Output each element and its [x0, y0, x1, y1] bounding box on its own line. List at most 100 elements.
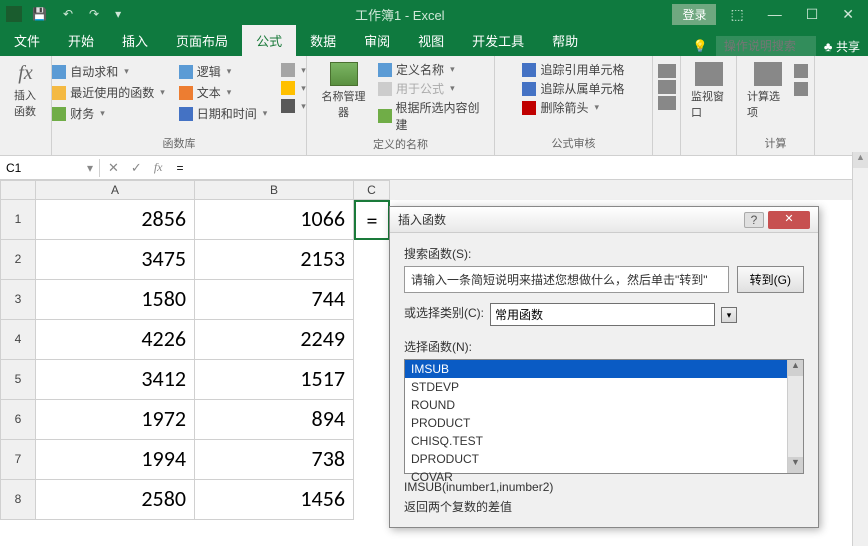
row-header[interactable]: 2 [0, 240, 36, 280]
maximize-button[interactable]: ☐ [796, 2, 829, 27]
cell[interactable]: 2153 [195, 240, 354, 280]
formula-bar: C1 ▾ ✕ ✓ fx = [0, 156, 868, 180]
financial-button[interactable]: 财务▾ [48, 104, 169, 123]
cell[interactable]: 3412 [36, 360, 195, 400]
create-from-selection-button[interactable]: 根据所选内容创建 [378, 98, 488, 134]
row-header[interactable]: 4 [0, 320, 36, 360]
cell[interactable]: 1066 [195, 200, 354, 240]
cell[interactable]: 894 [195, 400, 354, 440]
row-header[interactable]: 3 [0, 280, 36, 320]
function-list-item[interactable]: STDEVP [405, 378, 803, 396]
chevron-down-icon[interactable]: ▾ [87, 161, 93, 175]
formula-input[interactable]: = [170, 159, 868, 177]
close-button[interactable]: ✕ [832, 2, 864, 27]
vertical-scrollbar[interactable]: ▲ [852, 152, 868, 546]
insert-function-button[interactable]: fx 插入函数 [6, 60, 45, 121]
datetime-button[interactable]: 日期和时间▾ [175, 104, 272, 123]
tab-review[interactable]: 审阅 [350, 25, 404, 56]
cell[interactable]: 2856 [36, 200, 195, 240]
evaluate-icon[interactable] [658, 96, 676, 110]
calc-options-button[interactable]: 计算选项 [743, 60, 792, 122]
scroll-up-icon[interactable]: ▲ [788, 360, 803, 376]
col-header-A[interactable]: A [36, 180, 195, 200]
row-header[interactable]: 5 [0, 360, 36, 400]
cell[interactable]: 1580 [36, 280, 195, 320]
function-list-item[interactable]: IMSUB [405, 360, 803, 378]
row-header[interactable]: 1 [0, 200, 36, 240]
share-button[interactable]: ♣ 共享 [824, 38, 860, 55]
logical-button[interactable]: 逻辑▾ [175, 62, 272, 81]
tab-file[interactable]: 文件 [0, 25, 54, 56]
tab-formula[interactable]: 公式 [242, 25, 296, 56]
math-button[interactable]: ▾ [277, 80, 310, 96]
define-name-button[interactable]: 定义名称▾ [378, 60, 488, 79]
autosum-button[interactable]: 自动求和▾ [48, 62, 169, 81]
function-list-item[interactable]: ROUND [405, 396, 803, 414]
error-check-icon[interactable] [658, 80, 676, 94]
tab-view[interactable]: 视图 [404, 25, 458, 56]
cell[interactable]: 738 [195, 440, 354, 480]
remove-arrows-button[interactable]: 删除箭头▾ [522, 98, 624, 117]
tab-home[interactable]: 开始 [54, 25, 108, 56]
scroll-down-icon[interactable]: ▼ [788, 457, 803, 473]
go-button[interactable]: 转到(G) [737, 266, 804, 293]
active-cell[interactable]: = [354, 200, 390, 240]
cell[interactable]: 2249 [195, 320, 354, 360]
name-box[interactable]: C1 ▾ [0, 159, 100, 177]
function-list[interactable]: IMSUBSTDEVPROUNDPRODUCTCHISQ.TESTDPRODUC… [404, 359, 804, 474]
col-header-C[interactable]: C [354, 180, 390, 200]
show-formulas-icon[interactable] [658, 64, 676, 78]
col-header-B[interactable]: B [195, 180, 354, 200]
dialog-help-button[interactable]: ? [744, 212, 764, 228]
cancel-formula-button[interactable]: ✕ [108, 160, 119, 176]
tab-data[interactable]: 数据 [296, 25, 350, 56]
list-scrollbar[interactable]: ▲ ▼ [787, 360, 803, 473]
row-header[interactable]: 7 [0, 440, 36, 480]
calc-sheet-icon[interactable] [794, 82, 808, 96]
search-function-input[interactable] [404, 266, 729, 293]
recent-functions-button[interactable]: 最近使用的函数▾ [48, 83, 169, 102]
function-list-item[interactable]: CHISQ.TEST [405, 432, 803, 450]
redo-button[interactable]: ↷ [83, 5, 105, 23]
more-functions-button[interactable]: ▾ [277, 98, 310, 114]
cell[interactable]: 4226 [36, 320, 195, 360]
row-header[interactable]: 8 [0, 480, 36, 520]
row-header[interactable]: 6 [0, 400, 36, 440]
scroll-up-icon[interactable]: ▲ [853, 152, 868, 168]
cell[interactable]: 1456 [195, 480, 354, 520]
tab-help[interactable]: 帮助 [538, 25, 592, 56]
lookup-button[interactable]: ▾ [277, 62, 310, 78]
function-list-item[interactable]: PRODUCT [405, 414, 803, 432]
save-button[interactable]: 💾 [26, 5, 53, 23]
cell[interactable]: 1517 [195, 360, 354, 400]
category-select[interactable]: 常用函数 [490, 303, 715, 326]
tell-me-search[interactable] [716, 36, 816, 56]
dialog-close-button[interactable]: ✕ [768, 211, 810, 229]
name-manager-button[interactable]: 名称管理器 [313, 60, 374, 122]
confirm-formula-button[interactable]: ✓ [131, 160, 142, 176]
chevron-down-icon[interactable]: ▾ [721, 307, 737, 323]
tab-dev[interactable]: 开发工具 [458, 25, 538, 56]
use-in-formula-button[interactable]: 用于公式▾ [378, 79, 488, 98]
minimize-button[interactable]: — [758, 2, 792, 26]
qat-customize[interactable]: ▾ [109, 5, 127, 23]
calc-now-icon[interactable] [794, 64, 808, 78]
tab-layout[interactable]: 页面布局 [162, 25, 242, 56]
ribbon-options-icon[interactable]: ⬚ [720, 2, 753, 27]
trace-precedents-button[interactable]: 追踪引用单元格 [522, 60, 624, 79]
cell[interactable]: 1994 [36, 440, 195, 480]
fx-label-icon[interactable]: fx [154, 160, 163, 175]
function-list-item[interactable]: DPRODUCT [405, 450, 803, 468]
select-all-corner[interactable] [0, 180, 36, 200]
watch-window-button[interactable]: 监视窗口 [687, 60, 730, 122]
tab-insert[interactable]: 插入 [108, 25, 162, 56]
cell[interactable]: 1972 [36, 400, 195, 440]
text-button[interactable]: 文本▾ [175, 83, 272, 102]
cell[interactable]: 2580 [36, 480, 195, 520]
cell[interactable]: 744 [195, 280, 354, 320]
undo-button[interactable]: ↶ [57, 5, 79, 23]
login-button[interactable]: 登录 [672, 4, 716, 25]
function-list-item[interactable]: COVAR [405, 468, 803, 486]
trace-dependents-button[interactable]: 追踪从属单元格 [522, 79, 624, 98]
cell[interactable]: 3475 [36, 240, 195, 280]
